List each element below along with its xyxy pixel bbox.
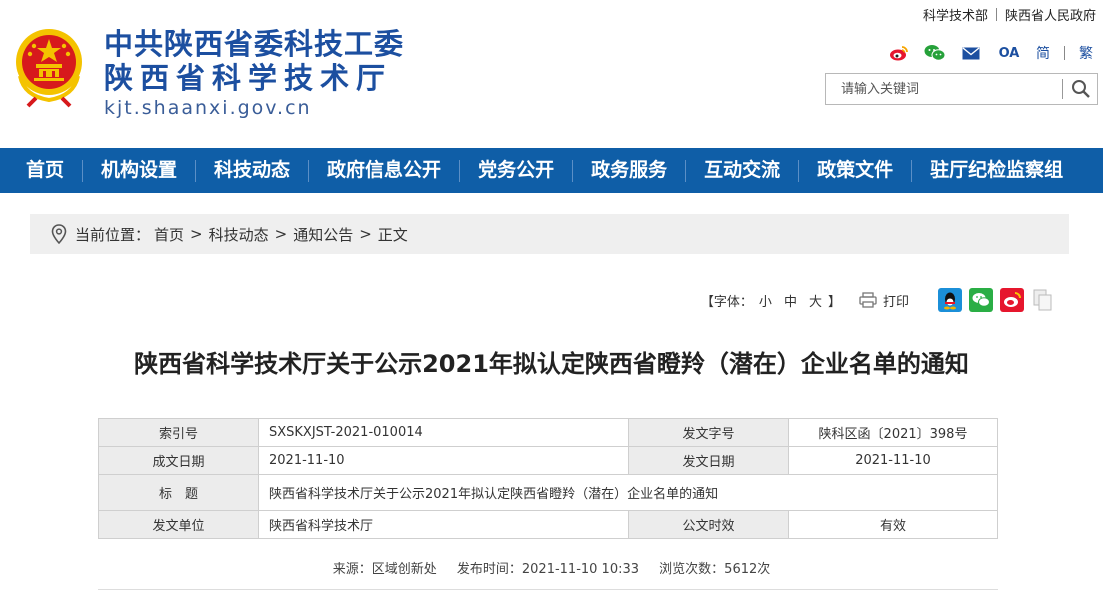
- qq-share-icon[interactable]: [938, 288, 962, 312]
- wechat-share-icon[interactable]: [969, 288, 993, 312]
- top-link-provincial-gov[interactable]: 陕西省人民政府: [1005, 5, 1096, 24]
- nav-item-party-affairs[interactable]: 党务公开: [460, 148, 572, 193]
- font-size-medium[interactable]: 中: [784, 291, 797, 310]
- meta-label: 发文单位: [98, 510, 259, 539]
- table-row: 标 题 陕西省科学技术厅关于公示2021年拟认定陕西省瞪羚（潜在）企业名单的通知: [98, 474, 998, 511]
- font-size-prefix: 【字体：: [700, 294, 753, 310]
- site-name: 中共陕西省委科技工委 陕西省科学技术厅 kjt.shaanxi.gov.cn: [104, 28, 404, 120]
- article-tools: 【字体： 小 中 大 】 打印: [701, 288, 1055, 312]
- article-view-count: 浏览次数：5612次: [659, 562, 771, 577]
- copy-link-icon[interactable]: [1031, 288, 1055, 312]
- table-row: 成文日期 2021-11-10 发文日期 2021-11-10: [98, 446, 998, 475]
- meta-value-docno: 陕科区函〔2021〕398号: [788, 418, 998, 447]
- nav-item-news[interactable]: 科技动态: [196, 148, 308, 193]
- main-nav: 首页 机构设置 科技动态 政府信息公开 党务公开 政务服务 互动交流 政策文件 …: [0, 148, 1103, 193]
- divider: [98, 589, 998, 590]
- meta-label: 发文日期: [628, 446, 789, 475]
- search-box: [825, 73, 1098, 105]
- breadcrumb-current: 正文: [377, 225, 408, 244]
- table-row: 索引号 SXSKXJST-2021-010014 发文字号 陕科区函〔2021〕…: [98, 418, 998, 447]
- meta-value-title: 陕西省科学技术厅关于公示2021年拟认定陕西省瞪羚（潜在）企业名单的通知: [258, 474, 998, 511]
- meta-value-issued-date: 2021-11-10: [788, 446, 998, 475]
- printer-icon: [859, 292, 877, 308]
- share-and-language: OA 简 繁: [888, 43, 1093, 63]
- divider: [995, 8, 997, 21]
- breadcrumb-notices[interactable]: 通知公告: [293, 224, 353, 245]
- article-source: 来源：区域创新处: [332, 562, 437, 577]
- national-emblem-logo: [14, 26, 84, 108]
- meta-value-made-date: 2021-11-10: [258, 446, 629, 475]
- article-source-info: 来源：区域创新处 发布时间：2021-11-10 10:33 浏览次数：5612…: [0, 558, 1103, 577]
- print-label: 打印: [882, 294, 909, 310]
- oa-label: OA: [998, 45, 1020, 61]
- breadcrumb-home[interactable]: 首页: [154, 224, 184, 245]
- nav-item-organization[interactable]: 机构设置: [83, 148, 195, 193]
- breadcrumb-separator: >: [359, 225, 372, 243]
- top-link-most[interactable]: 科学技术部: [923, 5, 988, 24]
- divider: [1062, 79, 1063, 99]
- nav-item-gov-info[interactable]: 政府信息公开: [309, 148, 459, 193]
- divider: [1064, 46, 1065, 60]
- meta-label: 索引号: [98, 418, 259, 447]
- top-links: 科学技术部 陕西省人民政府: [923, 5, 1096, 24]
- article-publish-time: 发布时间：2021-11-10 10:33: [456, 562, 640, 577]
- font-size-large[interactable]: 大: [809, 291, 822, 310]
- nav-item-interaction[interactable]: 互动交流: [686, 148, 798, 193]
- site-name-line2: 陕西省科学技术厅: [104, 61, 393, 95]
- nav-item-discipline[interactable]: 驻厅纪检监察组: [912, 148, 1081, 193]
- nav-item-gov-services[interactable]: 政务服务: [573, 148, 685, 193]
- document-title: 陕西省科学技术厅关于公示2021年拟认定陕西省瞪羚（潜在）企业名单的通知: [134, 350, 969, 378]
- site-domain: kjt.shaanxi.gov.cn: [104, 97, 312, 119]
- nav-item-home[interactable]: 首页: [0, 148, 82, 193]
- search-button[interactable]: [1064, 74, 1098, 104]
- document-meta-table: 索引号 SXSKXJST-2021-010014 发文字号 陕科区函〔2021〕…: [98, 418, 998, 539]
- weibo-share-icon[interactable]: [1000, 288, 1024, 312]
- breadcrumb-news[interactable]: 科技动态: [209, 224, 269, 245]
- meta-value-validity: 有效: [788, 510, 998, 539]
- meta-value-index: SXSKXJST-2021-010014: [258, 418, 629, 447]
- meta-value-unit: 陕西省科学技术厅: [258, 510, 629, 539]
- search-input[interactable]: [826, 74, 1058, 104]
- site-name-line1: 中共陕西省委科技工委: [104, 27, 405, 61]
- meta-label: 成文日期: [98, 446, 259, 475]
- font-size-suffix: 】: [827, 294, 841, 310]
- search-icon: [1072, 80, 1090, 98]
- meta-label: 标 题: [98, 474, 259, 511]
- weibo-icon[interactable]: [888, 43, 910, 63]
- lang-simplified[interactable]: 简: [1036, 43, 1050, 63]
- email-icon[interactable]: [960, 43, 982, 63]
- location-pin-icon: [51, 224, 67, 244]
- lang-traditional[interactable]: 繁: [1079, 43, 1093, 63]
- nav-item-policy[interactable]: 政策文件: [799, 148, 911, 193]
- breadcrumb-separator: >: [274, 225, 288, 243]
- meta-label: 公文时效: [628, 510, 789, 539]
- font-size-small[interactable]: 小: [759, 291, 772, 310]
- breadcrumb-separator: >: [190, 225, 203, 243]
- breadcrumb-label: 当前位置：: [75, 225, 151, 244]
- print-button[interactable]: 打印: [859, 291, 909, 310]
- meta-label: 发文字号: [628, 418, 789, 447]
- oa-icon[interactable]: OA: [996, 43, 1022, 63]
- wechat-icon[interactable]: [924, 43, 946, 63]
- breadcrumb: 当前位置： 首页 > 科技动态 > 通知公告 > 正文: [30, 214, 1069, 254]
- table-row: 发文单位 陕西省科学技术厅 公文时效 有效: [98, 510, 998, 539]
